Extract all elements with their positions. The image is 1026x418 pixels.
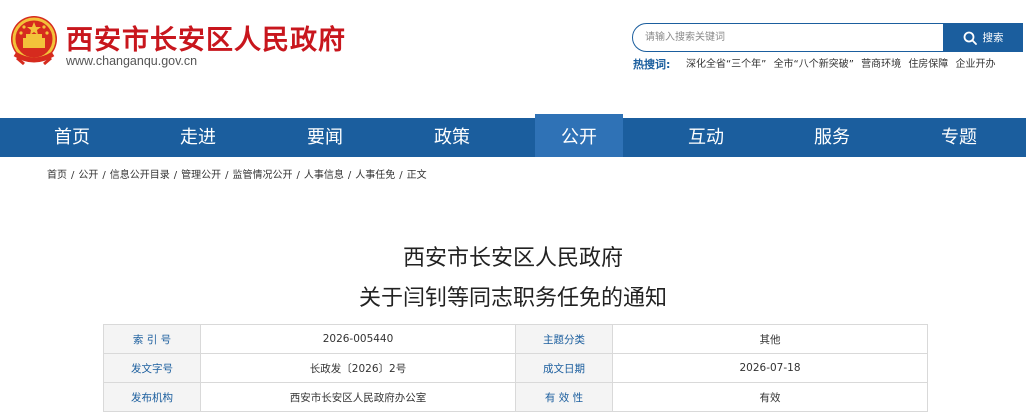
- breadcrumb-separator: /: [173, 170, 178, 181]
- article-title-line1: 西安市长安区人民政府: [402, 246, 623, 271]
- site-header: 西安市长安区人民政府 www.changanqu.gov.cn 搜索 热搜词: …: [0, 0, 1026, 118]
- table-row: 索 引 号 2026-005440 主题分类 其他: [103, 324, 928, 354]
- nav-item-home[interactable]: 首页: [12, 118, 132, 157]
- breadcrumb-separator: /: [225, 170, 229, 181]
- info-value: 其他: [612, 324, 928, 354]
- info-value: 西安市长安区人民政府办公室: [200, 382, 516, 412]
- breadcrumb-separator: /: [296, 170, 300, 181]
- search-icon: [963, 31, 977, 45]
- breadcrumb-separator: /: [71, 170, 75, 181]
- search-button-label: 搜索: [982, 32, 1004, 44]
- info-key: 发文字号: [103, 353, 201, 383]
- hot-search-link[interactable]: 企业开办: [956, 59, 996, 70]
- info-value: 长政发〔2026〕2号: [200, 353, 516, 383]
- hot-search-links: 深化全省“三个年” 全市“八个新突破” 营商环境 住房保障 企业开办: [686, 57, 1006, 72]
- search-input[interactable]: [633, 24, 943, 51]
- nav-item-policy[interactable]: 政策: [392, 118, 512, 157]
- breadcrumb-item[interactable]: 首页: [47, 170, 67, 181]
- table-row: 发文字号 长政发〔2026〕2号 成文日期 2026-07-18: [103, 353, 928, 383]
- hot-search-link[interactable]: 营商环境: [861, 59, 901, 70]
- info-key: 发布机构: [103, 382, 201, 412]
- table-row: 发布机构 西安市长安区人民政府办公室 有 效 性 有效: [103, 382, 928, 412]
- info-key: 有 效 性: [515, 382, 613, 412]
- info-key: 成文日期: [515, 353, 613, 383]
- hot-search-label: 热搜词:: [633, 58, 671, 71]
- site-url: www.changanqu.gov.cn: [66, 54, 198, 68]
- breadcrumb-item[interactable]: 管理公开: [181, 170, 221, 181]
- info-key: 索 引 号: [103, 324, 201, 354]
- breadcrumb-separator: /: [347, 170, 352, 181]
- info-key: 主题分类: [515, 324, 613, 354]
- article-title-line2: 关于闫钊等同志职务任免的通知: [358, 286, 667, 311]
- national-emblem-icon[interactable]: [9, 14, 59, 66]
- hot-search-link[interactable]: 住房保障: [908, 59, 948, 70]
- info-value: 2026-07-18: [612, 353, 928, 383]
- breadcrumb: 首页 / 公开 / 信息公开目录 / 管理公开 / 监管情况公开 / 人事信息 / 人事任免 / 正文: [47, 166, 427, 181]
- nav-item-about[interactable]: 走进: [138, 118, 258, 157]
- search-box: 搜索: [632, 23, 1023, 52]
- breadcrumb-separator: /: [399, 170, 403, 181]
- breadcrumb-item-current: 正文: [406, 170, 427, 181]
- site-name[interactable]: 西安市长安区人民政府: [66, 18, 346, 57]
- breadcrumb-item[interactable]: 监管情况公开: [233, 170, 293, 181]
- breadcrumb-item[interactable]: 人事信息: [304, 170, 344, 181]
- breadcrumb-item[interactable]: 公开: [78, 170, 98, 181]
- nav-item-interaction[interactable]: 互动: [646, 118, 766, 157]
- hot-search-link[interactable]: 深化全省“三个年”: [686, 59, 766, 70]
- info-value: 2026-005440: [200, 324, 516, 354]
- document-info-table: 索 引 号 2026-005440 主题分类 其他 发文字号 长政发〔2026〕…: [103, 324, 928, 412]
- nav-item-news[interactable]: 要闻: [265, 118, 385, 157]
- nav-item-service[interactable]: 服务: [772, 118, 892, 157]
- hot-search-link[interactable]: 全市“八个新突破”: [774, 59, 854, 70]
- breadcrumb-item[interactable]: 信息公开目录: [110, 170, 170, 181]
- main-nav: 首页 走进 要闻 政策 公开 互动 服务 专题: [0, 114, 1026, 157]
- breadcrumb-separator: /: [102, 170, 106, 181]
- info-value: 有效: [612, 382, 928, 412]
- nav-item-public[interactable]: 公开: [535, 114, 623, 157]
- search-button[interactable]: 搜索: [943, 23, 1023, 52]
- nav-item-topics[interactable]: 专题: [899, 118, 1019, 157]
- breadcrumb-item[interactable]: 人事任免: [355, 170, 395, 181]
